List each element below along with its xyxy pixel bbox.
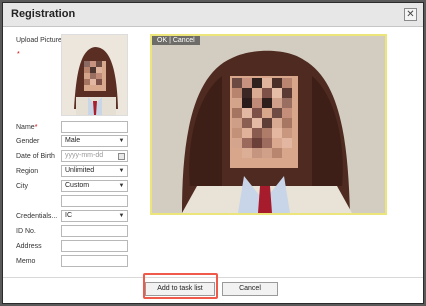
title-bar: Registration ✕ [3,3,423,27]
crop-separator: | [169,37,171,44]
chevron-down-icon: ▼ [118,213,125,219]
address-input[interactable] [61,240,128,252]
address-label: Address [16,243,42,250]
chevron-down-icon: ▼ [118,168,125,174]
gender-select[interactable]: Male ▼ [61,135,128,147]
date-of-birth-label: Date of Birth [16,153,55,160]
gender-value: Male [65,137,81,144]
memo-label: Memo [16,258,36,265]
custom-city-input[interactable] [61,195,128,207]
chevron-down-icon: ▼ [118,138,125,144]
upload-picture-label: Upload Picture [16,37,62,44]
credentials-value: IC [65,212,72,219]
id-no-input[interactable] [61,225,128,237]
gender-label: Gender [16,138,40,145]
region-label: Region [16,168,39,175]
city-select[interactable]: Custom ▼ [61,180,128,192]
upload-required-mark: * [17,51,20,58]
memo-input[interactable] [61,255,128,267]
city-label: City [16,183,29,190]
credentials-label: Credentials... [16,213,58,220]
date-placeholder: yyyy-mm-dd [65,152,104,159]
dialog-title: Registration [11,8,76,20]
name-label: Name* [16,124,38,131]
name-input[interactable] [61,121,128,133]
portrait-image [152,36,385,213]
add-to-task-list-button[interactable]: Add to task list [145,282,215,296]
chevron-down-icon: ▼ [118,183,125,189]
registration-dialog: Registration ✕ Upload Picture * Name* Ge… [2,2,424,304]
photo-thumbnail[interactable] [61,34,128,116]
crop-cancel-button[interactable]: Cancel [173,37,195,44]
close-icon[interactable]: ✕ [404,8,417,21]
region-value: Unlimited [65,167,95,174]
photo-crop-area[interactable]: OK | Cancel [150,34,387,215]
region-select[interactable]: Unlimited ▼ [61,165,128,177]
crop-ok-button[interactable]: OK [157,37,167,44]
pixelated-face [232,78,292,158]
cancel-button[interactable]: Cancel [222,282,278,296]
city-value: Custom [65,182,90,189]
date-of-birth-input[interactable]: yyyy-mm-dd [61,150,128,162]
calendar-icon[interactable] [118,153,125,160]
id-no-label: ID No. [16,228,36,235]
crop-controls: OK | Cancel [152,36,200,45]
credentials-select[interactable]: IC ▼ [61,210,128,222]
